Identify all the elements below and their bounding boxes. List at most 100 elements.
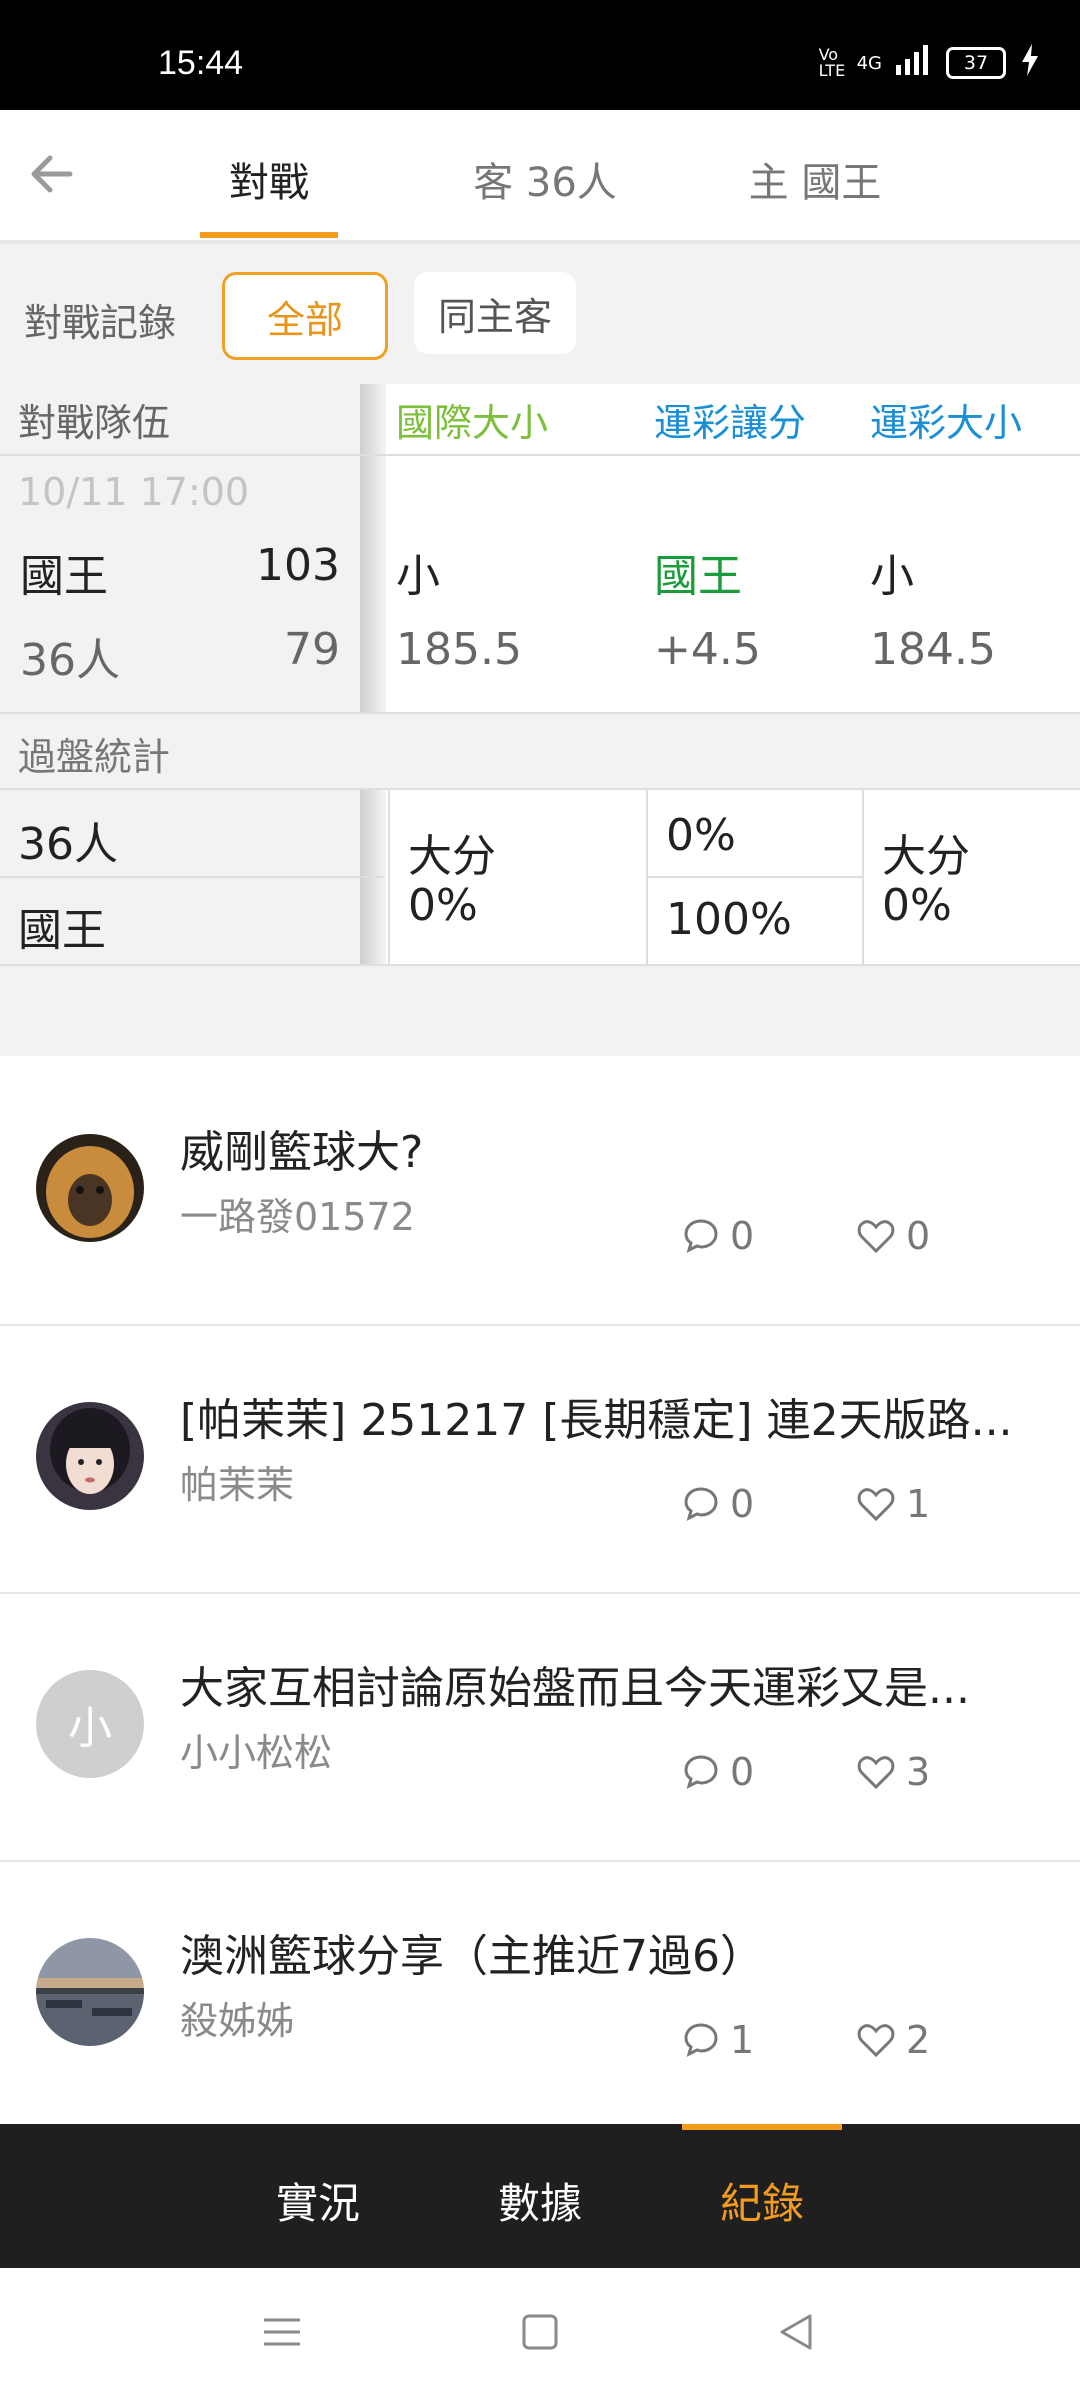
- divider: [862, 788, 864, 966]
- intl-total-result: 小: [396, 551, 440, 602]
- divider: [648, 876, 862, 878]
- stats-intl-label: 大分: [408, 831, 496, 882]
- record-filter-bar: 對戰記錄 全部 同主客: [0, 244, 1080, 384]
- status-icons: Vo LTE 4G 37: [819, 44, 1040, 82]
- nav-records[interactable]: 紀錄: [720, 2170, 804, 2231]
- home-team-score: 103: [256, 540, 340, 591]
- filter-same-home-away-button[interactable]: 同主客: [414, 272, 576, 354]
- post-title[interactable]: 大家互相討論原始盤而且今天運彩又是...: [180, 1652, 1040, 1716]
- stats-label: 過盤統計: [18, 735, 171, 779]
- stats-spread-home: 100%: [666, 894, 792, 945]
- away-team-name: 36人: [20, 635, 120, 686]
- comment-icon: [684, 1487, 718, 1521]
- tab-active-indicator: [200, 232, 338, 238]
- avatar-letter: 小: [68, 1703, 112, 1754]
- col-head-intl-total: 國際大小: [396, 401, 549, 445]
- comment-icon: [684, 2023, 718, 2057]
- back-arrow-icon[interactable]: [24, 144, 84, 204]
- home-icon[interactable]: [520, 2312, 560, 2356]
- game-datetime: 10/11 17:00: [18, 470, 250, 514]
- tab-matchup[interactable]: 對戰: [200, 150, 338, 208]
- home-team-name: 國王: [20, 551, 108, 602]
- divider: [388, 788, 390, 966]
- like-count-value: 3: [906, 1750, 931, 1794]
- away-team-score: 79: [284, 624, 340, 675]
- filter-all-button[interactable]: 全部: [222, 272, 388, 360]
- comment-count-value: 0: [730, 1482, 755, 1526]
- nav-active-indicator: [682, 2124, 842, 2130]
- stats-team-away: 36人: [18, 819, 118, 870]
- battery-level: 37: [963, 52, 989, 74]
- comment-count[interactable]: 0: [682, 1214, 754, 1258]
- avatar[interactable]: [36, 1402, 144, 1510]
- like-count[interactable]: 1: [856, 1482, 930, 1526]
- post-author: 一路發01572: [180, 1195, 415, 1239]
- like-count[interactable]: 2: [856, 2018, 930, 2062]
- comment-count-value: 0: [730, 1214, 755, 1258]
- comment-count[interactable]: 0: [682, 1482, 754, 1526]
- comment-count[interactable]: 1: [682, 2018, 754, 2062]
- comment-count[interactable]: 0: [682, 1750, 754, 1794]
- top-header: 對戰 客 36人 主 國王: [0, 110, 1080, 244]
- status-time: 15:44: [158, 44, 244, 82]
- section-gap: [0, 966, 1080, 1056]
- post-item[interactable]: 小 大家互相討論原始盤而且今天運彩又是... 小小松松 0 3: [0, 1594, 1080, 1862]
- battery-icon: 37: [946, 47, 1006, 79]
- charging-icon: [1020, 44, 1040, 82]
- network-label: 4G: [856, 52, 882, 74]
- stats-intl-value: 0%: [408, 880, 478, 931]
- tab-home-team[interactable]: 主 國王: [740, 150, 890, 208]
- post-title[interactable]: 澳洲籃球分享（主推近7過6）: [180, 1920, 1040, 1984]
- stats-lottery-label: 大分: [882, 831, 970, 882]
- volte-icon: Vo LTE: [818, 45, 846, 80]
- system-navigation-bar: [0, 2268, 1080, 2400]
- col-head-teams: 對戰隊伍: [18, 401, 171, 445]
- heart-icon: [857, 1756, 895, 1790]
- spread-line: +4.5: [654, 624, 761, 675]
- avatar[interactable]: [36, 1134, 144, 1242]
- stats-lottery-value: 0%: [882, 880, 952, 931]
- heart-icon: [857, 1220, 895, 1254]
- post-author: 帕茉茉: [180, 1463, 295, 1507]
- post-title[interactable]: 威剛籃球大?: [180, 1116, 1040, 1180]
- like-count[interactable]: 0: [856, 1214, 930, 1258]
- avatar[interactable]: 小: [36, 1670, 144, 1778]
- stats-team-home: 國王: [18, 905, 106, 956]
- comment-icon: [684, 1755, 718, 1789]
- divider: [0, 454, 1080, 456]
- heart-icon: [857, 1488, 895, 1522]
- column-divider-shadow: [360, 384, 386, 966]
- status-bar: 15:44 Vo LTE 4G 37: [0, 0, 1080, 110]
- post-item[interactable]: 澳洲籃球分享（主推近7過6） 殺姊姊 1 2: [0, 1862, 1080, 2128]
- nav-data[interactable]: 數據: [498, 2170, 582, 2231]
- signal-icon: [896, 45, 932, 81]
- like-count[interactable]: 3: [856, 1750, 930, 1794]
- nav-live[interactable]: 實況: [276, 2170, 360, 2231]
- post-author: 小小松松: [180, 1731, 333, 1775]
- intl-total-line: 185.5: [396, 624, 522, 675]
- lottery-total-result: 小: [870, 551, 914, 602]
- spread-result: 國王: [654, 551, 742, 602]
- filter-label: 對戰記錄: [24, 301, 177, 345]
- lottery-total-line: 184.5: [870, 624, 996, 675]
- comment-icon: [684, 1219, 718, 1253]
- post-title[interactable]: [帕茉茉] 251217 [長期穩定] 連2天版路...: [180, 1384, 1040, 1448]
- like-count-value: 1: [906, 1482, 931, 1526]
- back-triangle-icon[interactable]: [776, 2312, 816, 2356]
- avatar[interactable]: [36, 1938, 144, 2046]
- col-head-lottery-total: 運彩大小: [870, 401, 1023, 445]
- like-count-value: 0: [906, 1214, 931, 1258]
- post-item[interactable]: [帕茉茉] 251217 [長期穩定] 連2天版路... 帕茉茉 0 1: [0, 1326, 1080, 1594]
- comment-count-value: 0: [730, 1750, 755, 1794]
- post-author: 殺姊姊: [180, 1999, 295, 2043]
- divider: [0, 876, 384, 878]
- tab-away-team[interactable]: 客 36人: [460, 150, 630, 208]
- col-head-spread: 運彩讓分: [654, 401, 807, 445]
- comment-count-value: 1: [730, 2018, 755, 2062]
- stats-spread-away: 0%: [666, 810, 736, 861]
- like-count-value: 2: [906, 2018, 931, 2062]
- heart-icon: [857, 2024, 895, 2058]
- menu-icon[interactable]: [262, 2312, 302, 2356]
- post-item[interactable]: 威剛籃球大? 一路發01572 0 0: [0, 1058, 1080, 1326]
- bottom-navigation: 實況 數據 紀錄: [0, 2124, 1080, 2268]
